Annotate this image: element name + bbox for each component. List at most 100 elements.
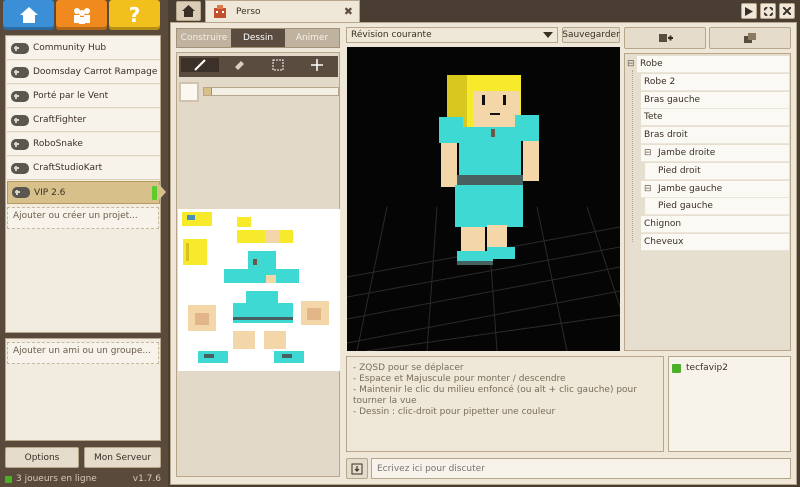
save-button[interactable]: Sauvegarder bbox=[562, 27, 620, 43]
expander-icon[interactable]: ⊟ bbox=[644, 184, 652, 194]
add-friend-button[interactable]: Ajouter un ami ou un groupe... bbox=[7, 342, 159, 364]
players-online: 3 joueurs en ligne bbox=[16, 474, 97, 484]
project-item[interactable]: CraftFighter bbox=[7, 109, 160, 132]
status-bar: 3 joueurs en ligne v1.7.6 bbox=[5, 472, 161, 486]
question-icon: ? bbox=[128, 3, 141, 27]
texture-canvas[interactable] bbox=[178, 209, 340, 371]
project-label: RoboSnake bbox=[33, 139, 83, 149]
hint-line: tourner la vue bbox=[353, 396, 417, 406]
model-icon bbox=[214, 4, 226, 18]
community-button[interactable] bbox=[56, 0, 107, 30]
tree-item[interactable]: Cheveux bbox=[641, 234, 789, 251]
mode-dessin[interactable]: Dessin bbox=[231, 29, 285, 47]
hint-panel: - ZQSD pour se déplacer - Espace et Majus… bbox=[346, 356, 664, 452]
move-icon[interactable] bbox=[298, 58, 336, 72]
window-close-icon[interactable] bbox=[779, 3, 795, 19]
options-button[interactable]: Options bbox=[5, 447, 79, 468]
gamepad-icon bbox=[11, 90, 29, 102]
selected-project-arrow bbox=[158, 183, 166, 201]
tree-toolbar bbox=[624, 27, 791, 49]
tree-item[interactable]: Chignon bbox=[641, 216, 789, 234]
tree-item-label: Jambe gauche bbox=[658, 183, 723, 194]
tab-label: Perso bbox=[236, 6, 261, 17]
project-label: CraftFighter bbox=[33, 115, 87, 125]
project-label: Doomsday Carrot Rampage bbox=[33, 67, 158, 77]
tree-item-label: Cheveux bbox=[644, 237, 684, 247]
help-button[interactable]: ? bbox=[109, 0, 160, 30]
tree-item[interactable]: Pied gauche bbox=[645, 198, 789, 216]
project-label: Community Hub bbox=[33, 43, 107, 53]
hint-line: - Espace et Majuscule pour monter / desc… bbox=[353, 374, 566, 384]
project-item[interactable]: Doomsday Carrot Rampage bbox=[7, 61, 160, 84]
home-button[interactable] bbox=[3, 0, 54, 30]
chevron-down-icon bbox=[543, 32, 553, 38]
gamepad-icon bbox=[11, 138, 29, 150]
tree-item-label: Pied droit bbox=[658, 165, 701, 176]
chat-toggle-button[interactable] bbox=[346, 458, 368, 479]
tree-item[interactable]: ⊟ Jambe droite bbox=[641, 145, 789, 162]
version-label: v1.7.6 bbox=[132, 474, 161, 484]
gamepad-icon bbox=[11, 42, 29, 54]
tree-item-label: Jambe droite bbox=[658, 148, 716, 158]
tab-home-button[interactable] bbox=[176, 1, 201, 21]
tree-item-label: Robe bbox=[640, 59, 663, 69]
tree-item-label: Bras droit bbox=[644, 130, 688, 141]
people-icon bbox=[73, 8, 90, 24]
project-item[interactable]: Community Hub bbox=[7, 37, 160, 60]
eraser-icon[interactable] bbox=[220, 58, 258, 72]
3d-viewport[interactable] bbox=[347, 47, 620, 351]
project-item[interactable]: Porté par le Vent bbox=[7, 85, 160, 108]
draw-toolbar bbox=[179, 56, 338, 77]
add-block-icon[interactable] bbox=[624, 27, 706, 49]
gamepad-icon bbox=[11, 66, 29, 78]
duplicate-block-icon[interactable] bbox=[709, 27, 791, 49]
tree-item[interactable]: Bras gauche bbox=[641, 91, 789, 109]
size-slider[interactable] bbox=[203, 87, 339, 96]
project-item[interactable]: CraftStudioKart bbox=[7, 157, 160, 180]
tree-item[interactable]: ⊟ Jambe gauche bbox=[641, 180, 789, 198]
tree-item[interactable]: Robe 2 bbox=[641, 73, 789, 91]
online-dot-icon bbox=[5, 475, 12, 483]
revision-label: Révision courante bbox=[351, 30, 432, 40]
hint-line: - Dessin : clic-droit pour pipetter une … bbox=[353, 407, 556, 417]
play-icon[interactable] bbox=[741, 3, 757, 19]
project-item[interactable]: VIP 2.6 bbox=[7, 181, 160, 204]
revision-select[interactable]: Révision courante bbox=[346, 27, 558, 43]
project-label: Porté par le Vent bbox=[33, 91, 109, 101]
hint-line: - Maintenir le clic du milieu enfoncé (o… bbox=[353, 385, 637, 395]
tree-item-label: Pied gauche bbox=[658, 201, 713, 212]
user-name: tecfavip2 bbox=[686, 363, 728, 373]
project-label: VIP 2.6 bbox=[34, 187, 66, 198]
tab-perso[interactable]: Perso ✖ bbox=[205, 0, 360, 22]
restore-icon[interactable] bbox=[760, 3, 776, 19]
chat-input[interactable] bbox=[371, 458, 791, 479]
size-slider-thumb[interactable] bbox=[204, 88, 212, 95]
expander-icon[interactable]: ⊟ bbox=[644, 148, 652, 158]
brush-icon[interactable] bbox=[181, 58, 219, 72]
tree-item[interactable]: Pied droit bbox=[645, 162, 789, 180]
select-icon[interactable] bbox=[259, 58, 297, 72]
tree-guide-line bbox=[632, 70, 633, 242]
hint-line: - ZQSD pour se déplacer bbox=[353, 363, 464, 373]
active-indicator bbox=[152, 185, 157, 200]
mode-construire[interactable]: Construire bbox=[177, 29, 231, 47]
gamepad-icon bbox=[12, 187, 30, 198]
window-controls bbox=[741, 3, 795, 19]
expander-icon[interactable]: ⊟ bbox=[627, 59, 635, 69]
add-project-button[interactable]: Ajouter ou créer un projet... bbox=[7, 207, 159, 229]
home-small-icon bbox=[182, 5, 195, 17]
gamepad-icon bbox=[11, 162, 29, 174]
project-item[interactable]: RoboSnake bbox=[7, 133, 160, 156]
project-label: CraftStudioKart bbox=[33, 163, 103, 173]
user-item[interactable]: tecfavip2 bbox=[672, 361, 787, 375]
chat-arrow-icon bbox=[351, 463, 363, 474]
tree-item-label: Chignon bbox=[644, 219, 682, 230]
color-swatch[interactable] bbox=[179, 82, 199, 102]
tree-item[interactable]: ⊟ Robe bbox=[627, 56, 789, 73]
mode-animer[interactable]: Animer bbox=[285, 29, 339, 47]
server-button[interactable]: Mon Serveur bbox=[84, 447, 161, 468]
user-status-icon bbox=[672, 363, 681, 373]
tree-item[interactable]: Bras droit bbox=[641, 127, 789, 145]
tree-item[interactable]: Tete bbox=[641, 109, 789, 127]
tab-close-icon[interactable]: ✖ bbox=[344, 5, 353, 18]
